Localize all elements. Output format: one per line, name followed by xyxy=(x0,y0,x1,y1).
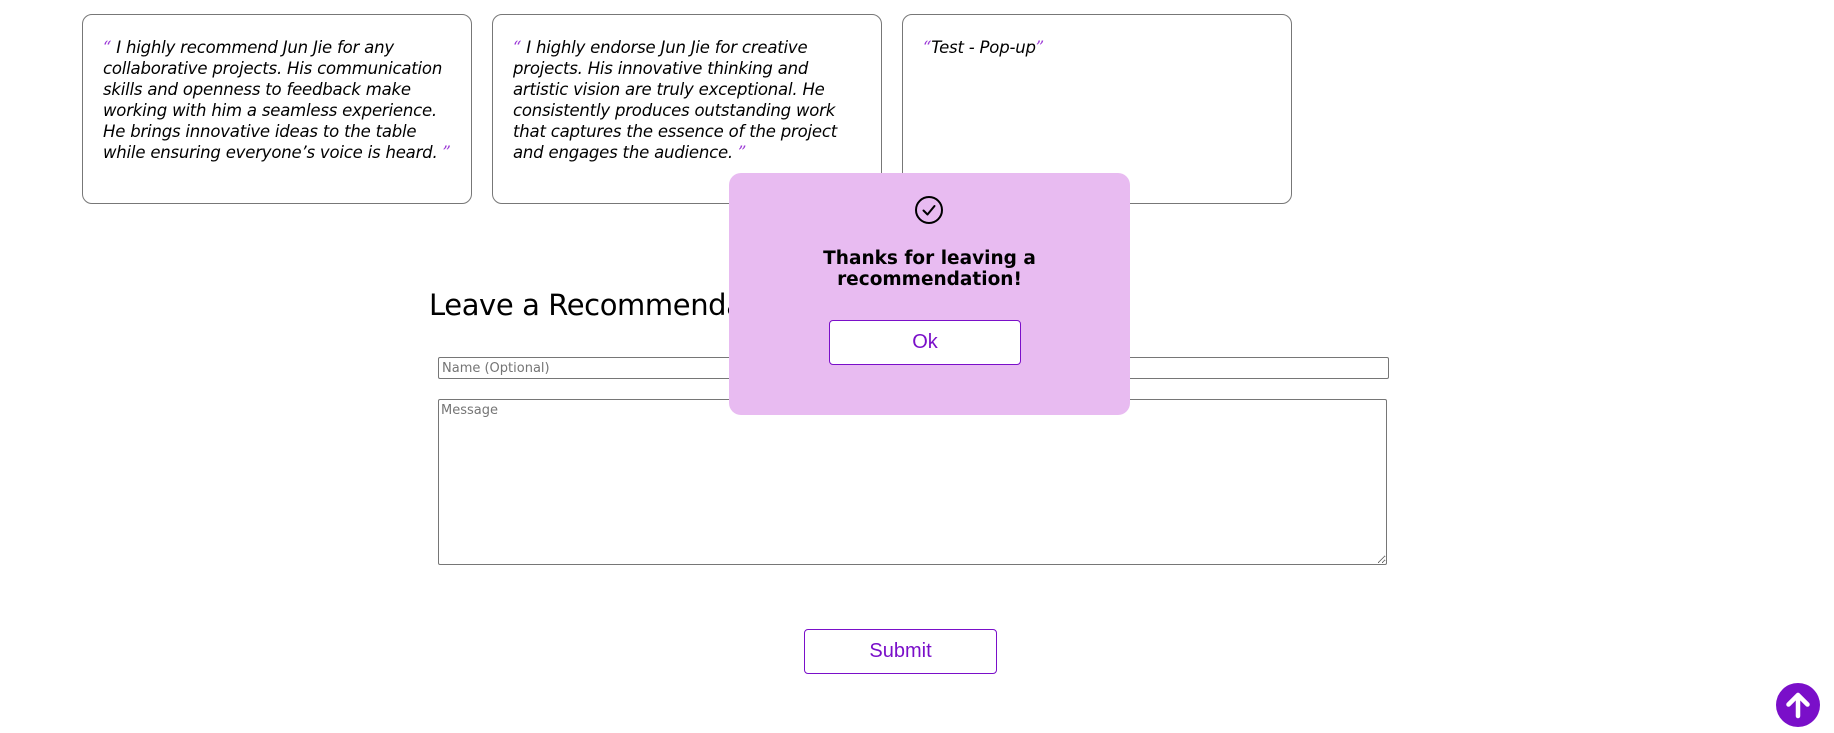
recommendation-text: Test - Pop-up xyxy=(931,38,1036,57)
close-quote-mark: ” xyxy=(738,143,747,162)
check-circle-icon xyxy=(914,195,944,225)
open-quote-mark: “ xyxy=(103,38,112,57)
open-quote-mark: “ xyxy=(923,38,932,57)
close-quote-mark: ” xyxy=(1035,38,1045,57)
ok-button[interactable]: Ok xyxy=(829,320,1021,365)
recommendation-card: “ I highly recommend Jun Jie for any col… xyxy=(82,14,472,204)
arrow-up-icon xyxy=(1786,692,1810,719)
confirmation-popup: Thanks for leaving a recommendation! Ok xyxy=(729,173,1130,415)
submit-button[interactable]: Submit xyxy=(804,629,997,674)
open-quote-mark: “ xyxy=(513,38,522,57)
message-textarea[interactable] xyxy=(438,399,1387,565)
scroll-to-top-button[interactable] xyxy=(1776,683,1820,727)
recommendation-text: I highly recommend Jun Jie for any colla… xyxy=(103,38,443,162)
close-quote-mark: ” xyxy=(442,143,451,162)
popup-message: Thanks for leaving a recommendation! xyxy=(823,248,1036,290)
recommendation-text: I highly endorse Jun Jie for creative pr… xyxy=(513,38,837,162)
